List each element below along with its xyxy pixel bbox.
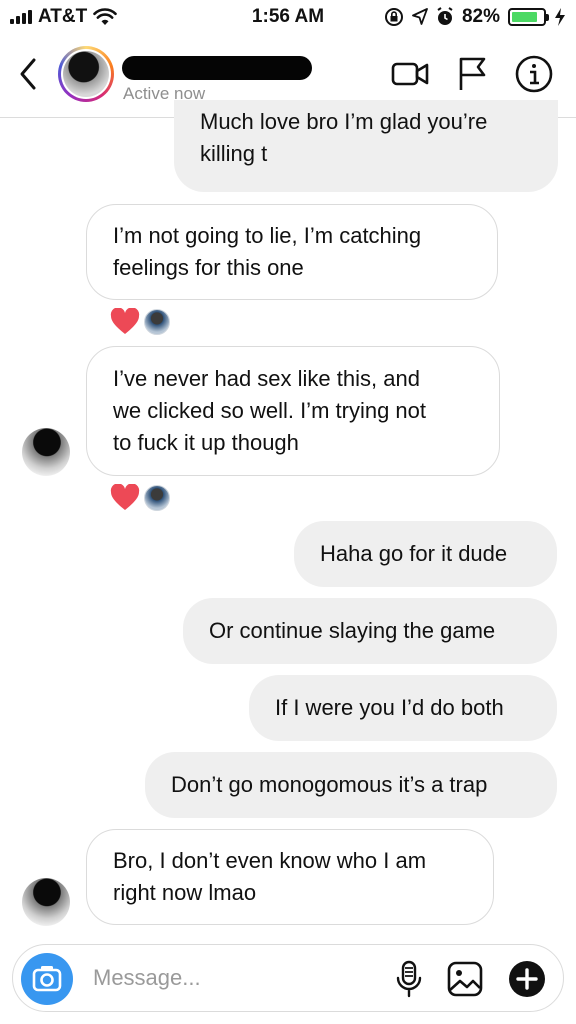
message-text: If I were you I’d do both <box>275 695 504 720</box>
reactor-avatar <box>144 309 170 335</box>
status-right: 82% <box>384 6 566 28</box>
back-chevron-icon[interactable] <box>14 54 44 94</box>
message-text: Much love bro I’m glad you’re killing t <box>200 109 488 166</box>
message-bubble-sent[interactable]: Or continue slaying the game <box>183 598 557 664</box>
battery-percent: 82% <box>461 6 500 27</box>
reaction-row[interactable] <box>110 308 170 336</box>
reactor-avatar <box>144 485 170 511</box>
heart-icon <box>110 308 140 334</box>
camera-button[interactable] <box>21 953 73 1005</box>
message-bubble-sent[interactable]: Haha go for it dude <box>294 521 557 587</box>
status-bar: AT&T 1:56 AM 82% <box>0 0 576 34</box>
reaction-row[interactable] <box>110 484 170 512</box>
message-bubble-sent[interactable]: Don’t go monogomous it’s a trap <box>145 752 557 818</box>
battery-icon <box>508 8 549 26</box>
rotation-lock-icon <box>384 8 403 26</box>
location-icon <box>412 8 428 25</box>
message-composer <box>12 944 564 1012</box>
camera-icon <box>32 966 62 992</box>
info-icon[interactable] <box>514 54 554 94</box>
message-text: Or continue slaying the game <box>209 618 496 643</box>
battery-fill <box>512 12 537 22</box>
microphone-icon[interactable] <box>389 959 429 999</box>
message-input[interactable] <box>93 959 373 997</box>
message-text: I’m not going to lie, I’m catching feeli… <box>113 223 422 280</box>
message-text: Bro, I don’t even know who I am right no… <box>113 848 427 905</box>
contact-name-redacted[interactable] <box>122 56 312 80</box>
video-call-icon[interactable] <box>390 54 430 94</box>
charging-bolt-icon <box>555 8 565 26</box>
message-bubble-received[interactable]: I’ve never had sex like this, and we cli… <box>86 346 500 476</box>
heart-icon <box>110 484 140 510</box>
message-text: Don’t go monogomous it’s a trap <box>171 772 488 797</box>
gallery-icon[interactable] <box>445 959 485 999</box>
message-bubble-sent[interactable]: Much love bro I’m glad you’re killing t <box>174 100 558 192</box>
message-bubble-received[interactable]: Bro, I don’t even know who I am right no… <box>86 829 494 925</box>
alarm-icon <box>437 7 453 25</box>
message-bubble-received[interactable]: I’m not going to lie, I’m catching feeli… <box>86 204 498 300</box>
contact-photo <box>63 51 109 97</box>
flag-icon[interactable] <box>452 54 492 94</box>
contact-avatar[interactable] <box>58 46 114 102</box>
message-bubble-sent[interactable]: If I were you I’d do both <box>249 675 557 741</box>
sender-avatar[interactable] <box>22 878 70 926</box>
message-text: Haha go for it dude <box>320 541 508 566</box>
add-icon[interactable] <box>507 959 547 999</box>
message-text: I’ve never had sex like this, and we cli… <box>113 366 426 455</box>
sender-avatar[interactable] <box>22 428 70 476</box>
